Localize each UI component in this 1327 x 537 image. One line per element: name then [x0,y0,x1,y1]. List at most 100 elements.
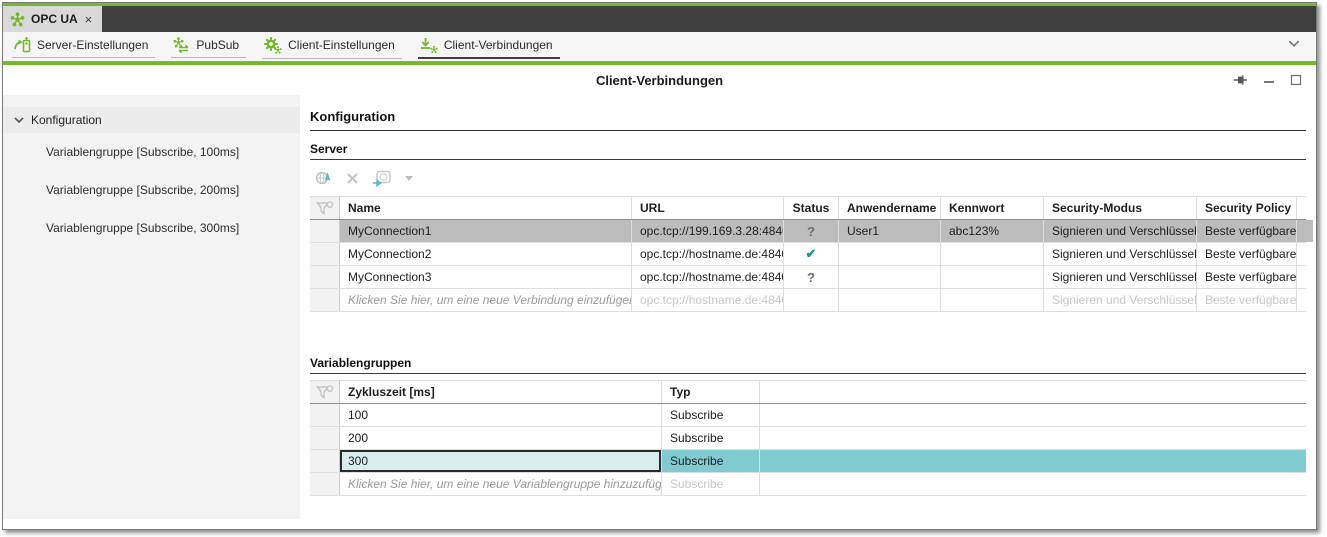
cell-password[interactable] [941,243,1044,265]
cell-name[interactable]: MyConnection2 [340,243,632,265]
col-spacer [760,381,1306,403]
cell-type-placeholder[interactable]: Subscribe [662,473,760,495]
tab-title: OPC UA [31,12,78,26]
cell-security-mode-placeholder[interactable]: Signieren und Verschlüsseln [1044,289,1197,311]
cell-user[interactable] [839,243,941,265]
server-row-myconnection2[interactable]: MyConnection2 opc.tcp://hostname.de:4840… [310,243,1306,266]
server-row-myconnection3[interactable]: MyConnection3 opc.tcp://hostname.de:4840… [310,266,1306,289]
cell-type[interactable]: Subscribe [662,450,760,472]
group-row-100[interactable]: 100 Subscribe [310,404,1306,427]
tree-item-label: Variablengruppe [Subscribe, 100ms] [46,145,239,159]
cell-security-policy-placeholder[interactable]: Beste verfügbare [1197,289,1297,311]
add-connection-placeholder[interactable]: Klicken Sie hier, um eine neue Verbindun… [340,289,632,311]
cell-cycle-editing[interactable]: 300 [340,450,662,472]
goto-connection-icon[interactable] [372,170,392,187]
col-spacer [1297,197,1313,219]
ribbon-item-label: Server-Einstellungen [37,38,148,52]
ribbon-item-client-einstellungen[interactable]: Client-Einstellungen [262,34,402,60]
cell-password-empty [941,289,1044,311]
pin-icon[interactable] [1233,73,1248,87]
cell-type[interactable]: Subscribe [662,427,760,449]
dropdown-caret-icon[interactable] [405,176,413,181]
col-zykluszeit[interactable]: Zykluszeit [ms] [340,381,662,403]
cell-url[interactable]: opc.tcp://hostname.de:4840 [632,243,784,265]
cell-password[interactable]: abc123% [941,220,1044,242]
ribbon-item-client-verbindungen[interactable]: Client-Verbindungen [418,34,560,60]
cell-password[interactable] [941,266,1044,288]
filter-funnel-icon[interactable] [310,381,340,403]
cell-type[interactable]: Subscribe [662,404,760,426]
cell-url[interactable]: opc.tcp://199.169.3.28:4840 [632,220,784,242]
tab-opc-ua[interactable]: OPC UA × [3,6,102,32]
cell-security-policy[interactable]: Beste verfügbare [1197,243,1297,265]
group-add-row[interactable]: Klicken Sie hier, um eine neue Variablen… [310,473,1306,496]
cell-security-policy[interactable]: Beste verfügbare [1197,266,1297,288]
col-status[interactable]: Status [784,197,839,219]
col-name[interactable]: Name [340,197,632,219]
tab-close-icon[interactable]: × [84,13,94,26]
main-panel: Konfiguration Server [300,95,1316,529]
cell-security-mode[interactable]: Signieren und Verschlüsseln [1044,243,1197,265]
variablengruppen-section-label: Variablengruppen [310,356,1306,374]
cell-url[interactable]: opc.tcp://hostname.de:4840 [632,266,784,288]
browse-server-icon[interactable] [315,170,333,186]
row-selector[interactable] [310,243,340,265]
row-selector[interactable] [310,473,340,495]
cell-user-empty [839,289,941,311]
cell-url-placeholder[interactable]: opc.tcp://hostname.de:4840 [632,289,784,311]
cell-security-policy[interactable]: Beste verfügbare [1197,220,1297,242]
cell-name[interactable]: MyConnection3 [340,266,632,288]
ribbon-item-pubsub[interactable]: PubSub [171,34,246,59]
minimize-icon[interactable] [1263,74,1275,86]
tree-item-label: Variablengruppe [Subscribe, 200ms] [46,183,239,197]
tree-item-variablengruppe-300[interactable]: Variablengruppe [Subscribe, 300ms] [3,209,300,247]
col-url[interactable]: URL [632,197,784,219]
cell-spacer [1297,289,1313,311]
add-group-placeholder[interactable]: Klicken Sie hier, um eine neue Variablen… [340,473,662,495]
server-toolbar [310,160,1306,196]
filter-funnel-icon[interactable] [310,197,340,219]
ribbon-item-server-einstellungen[interactable]: Server-Einstellungen [12,34,155,59]
client-settings-icon [264,37,282,54]
cell-security-mode[interactable]: Signieren und Verschlüsseln [1044,220,1197,242]
col-typ[interactable]: Typ [662,381,760,403]
delete-connection-icon[interactable] [346,172,359,185]
variablengruppen-table: Zykluszeit [ms] Typ 100 Subscribe 200 Su… [310,380,1306,496]
cell-spacer [1297,243,1313,265]
row-selector[interactable] [310,450,340,472]
col-kennwort[interactable]: Kennwort [941,197,1044,219]
cell-user[interactable] [839,266,941,288]
col-security-policy[interactable]: Security Policy [1197,197,1297,219]
col-security-modus[interactable]: Security-Modus [1044,197,1197,219]
server-row-myconnection1[interactable]: MyConnection1 opc.tcp://199.169.3.28:484… [310,220,1306,243]
tree-item-variablengruppe-100[interactable]: Variablengruppe [Subscribe, 100ms] [3,133,300,171]
row-selector[interactable] [310,220,340,242]
row-selector[interactable] [310,266,340,288]
row-selector[interactable] [310,289,340,311]
cell-cycle[interactable]: 100 [340,404,662,426]
ribbon-item-label: PubSub [196,38,239,52]
chevron-down-icon[interactable] [14,117,24,123]
server-add-row[interactable]: Klicken Sie hier, um eine neue Verbindun… [310,289,1306,312]
cell-security-mode[interactable]: Signieren und Verschlüsseln [1044,266,1197,288]
col-anwendername[interactable]: Anwendername [839,197,941,219]
group-row-300-selected[interactable]: 300 Subscribe [310,450,1306,473]
tree-node-konfiguration[interactable]: Konfiguration [3,107,300,133]
tree-item-variablengruppe-200[interactable]: Variablengruppe [Subscribe, 200ms] [3,171,300,209]
cell-cycle[interactable]: 200 [340,427,662,449]
cell-spacer [1297,266,1313,288]
group-row-200[interactable]: 200 Subscribe [310,427,1306,450]
cell-name[interactable]: MyConnection1 [340,220,632,242]
row-selector[interactable] [310,427,340,449]
cell-spacer [760,427,1306,449]
groups-table-header: Zykluszeit [ms] Typ [310,380,1306,404]
cell-user[interactable]: User1 [839,220,941,242]
status-ok-icon: ✔ [784,243,839,265]
row-selector[interactable] [310,404,340,426]
tab-bar: OPC UA × [3,6,1316,32]
konfiguration-heading: Konfiguration [310,109,1306,131]
maximize-icon[interactable] [1290,74,1302,86]
ribbon-overflow-chevron-icon[interactable] [1288,40,1300,47]
opcua-config-window: OPC UA × Server-Einstellungen [2,2,1317,530]
cell-spacer [760,450,1306,472]
